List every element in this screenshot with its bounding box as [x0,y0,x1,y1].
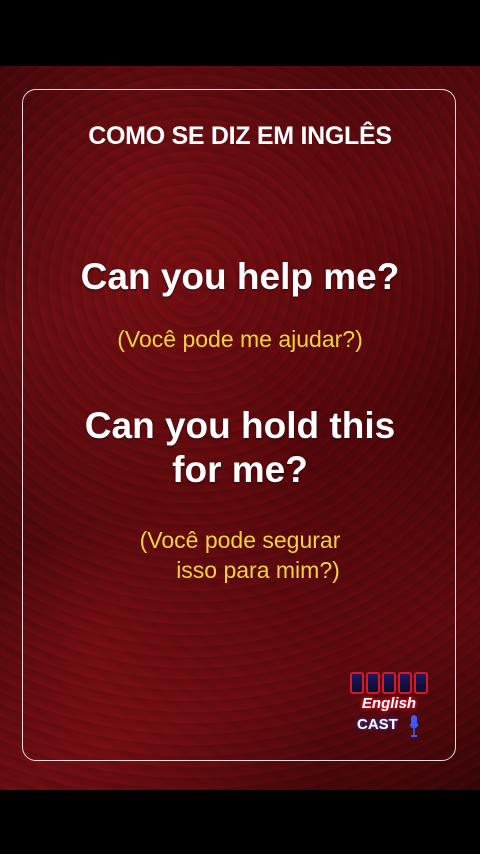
translation-line: (Você pode me ajudar?) [117,326,363,352]
card-heading: COMO SE DIZ EM INGLÊS [88,122,392,150]
logo-emblem [343,672,435,696]
logo-text-english: English [361,695,417,712]
phrase-1-translation: (Você pode me ajudar?) [0,324,480,354]
phrase-line: Can you hold this [84,405,396,446]
screen: COMO SE DIZ EM INGLÊS Can you help me? (… [0,0,480,854]
channel-logo: English CAST [343,672,435,742]
phrase-2-english: Can you hold this for me? [0,404,480,492]
phrase-line: for me? [172,449,308,490]
phrase-1-english: Can you help me? [0,255,480,299]
phrase-line: Can you help me? [80,256,400,297]
microphone-icon [409,715,419,737]
translation-line: (Você pode segurar [139,527,341,553]
phrase-2-translation: (Você pode segurar isso para mim?) [0,525,480,585]
translation-line: isso para mim?) [176,557,340,583]
logo-text-cast: CAST [357,716,398,733]
